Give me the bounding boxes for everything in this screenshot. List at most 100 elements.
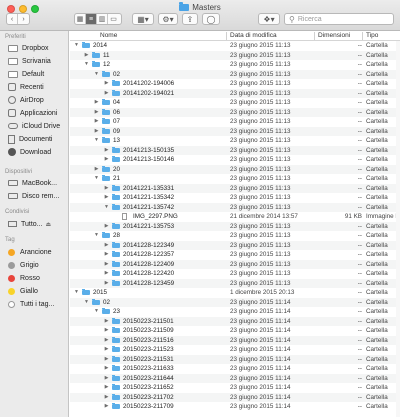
folder-row[interactable]: ▼ 02 23 giugno 2015 11:13 -- Cartella bbox=[70, 69, 400, 79]
sidebar-item-tutto[interactable]: Tutto... ⏏ bbox=[8, 219, 51, 229]
folder-row[interactable]: ▶ 20150223-211501 23 giugno 2015 11:14 -- Ca… bbox=[70, 316, 400, 326]
disclosure-collapsed-icon[interactable]: ▶ bbox=[93, 165, 100, 174]
folder-row[interactable]: ▼ 21 23 giugno 2015 11:13 -- Cartella bbox=[70, 174, 400, 183]
folder-row[interactable]: ▶ 20150223-211516 23 giugno 2015 11:14 -- Ca… bbox=[70, 335, 400, 345]
folder-row[interactable]: ▶ 20141221-135342 23 giugno 2015 11:13 -- Ca… bbox=[70, 193, 400, 202]
column-size[interactable]: Dimensioni bbox=[318, 32, 350, 39]
search-field[interactable]: ⚲ Ricerca bbox=[284, 13, 394, 25]
folder-row[interactable]: ▶ 20150223-211523 23 giugno 2015 11:14 -- Ca… bbox=[70, 345, 400, 354]
disclosure-collapsed-icon[interactable]: ▶ bbox=[93, 108, 100, 117]
sidebar-tag-all[interactable]: Tutti i tag... bbox=[8, 299, 54, 309]
sidebar-tag-giallo[interactable]: Giallo bbox=[8, 286, 38, 296]
column-divider[interactable] bbox=[362, 32, 363, 40]
disclosure-collapsed-icon[interactable]: ▶ bbox=[103, 184, 110, 193]
disclosure-expanded-icon[interactable]: ▼ bbox=[83, 298, 90, 307]
disclosure-expanded-icon[interactable]: ▼ bbox=[93, 174, 100, 183]
folder-row[interactable]: ▼ 2015 1 dicembre 2015 20:13 -- Cartella bbox=[70, 288, 400, 297]
disclosure-expanded-icon[interactable]: ▼ bbox=[73, 288, 80, 297]
column-divider[interactable] bbox=[226, 32, 227, 40]
disclosure-expanded-icon[interactable]: ▼ bbox=[103, 203, 110, 212]
disclosure-collapsed-icon[interactable]: ▶ bbox=[103, 355, 110, 364]
folder-row[interactable]: ▶ 20141213-150135 23 giugno 2015 11:13 -- Ca… bbox=[70, 145, 400, 155]
folder-row[interactable]: ▶ 20141221-135753 23 giugno 2015 11:13 -- Ca… bbox=[70, 221, 400, 231]
disclosure-collapsed-icon[interactable]: ▶ bbox=[103, 326, 110, 335]
disclosure-collapsed-icon[interactable]: ▶ bbox=[83, 51, 90, 60]
disclosure-expanded-icon[interactable]: ▼ bbox=[73, 41, 80, 50]
folder-row[interactable]: ▼ 2014 23 giugno 2015 11:13 -- Cartella bbox=[70, 41, 400, 50]
folder-row[interactable]: ▶ 07 23 giugno 2015 11:13 -- Cartella bbox=[70, 117, 400, 126]
disclosure-collapsed-icon[interactable]: ▶ bbox=[103, 269, 110, 278]
folder-row[interactable]: ▶ 20141221-135331 23 giugno 2015 11:13 -- Ca… bbox=[70, 183, 400, 193]
action-button[interactable]: ⚙▾ bbox=[158, 13, 178, 25]
folder-row[interactable]: ▶ 20141228-122409 23 giugno 2015 11:13 -- Ca… bbox=[70, 259, 400, 269]
folder-row[interactable]: ▶ 20141213-150146 23 giugno 2015 11:13 -- Ca… bbox=[70, 155, 400, 164]
sidebar-item-download[interactable]: Download bbox=[8, 147, 51, 157]
column-kind[interactable]: Tipo bbox=[366, 32, 378, 39]
disclosure-collapsed-icon[interactable]: ▶ bbox=[103, 193, 110, 202]
column-divider[interactable] bbox=[314, 32, 315, 40]
sidebar-item-icloud-drive[interactable]: iCloud Drive bbox=[8, 121, 60, 131]
sidebar-tag-grigio[interactable]: Grigio bbox=[8, 260, 39, 270]
folder-row[interactable]: ▶ 20141202-194006 23 giugno 2015 11:13 -- Ca… bbox=[70, 79, 400, 88]
folder-row[interactable]: ▶ 20141228-123459 23 giugno 2015 11:13 -- Ca… bbox=[70, 278, 400, 288]
folder-row[interactable]: ▶ 09 23 giugno 2015 11:13 -- Cartella bbox=[70, 126, 400, 136]
sidebar-item-applicazioni[interactable]: Applicazioni bbox=[8, 108, 57, 118]
disclosure-collapsed-icon[interactable]: ▶ bbox=[103, 345, 110, 354]
disclosure-collapsed-icon[interactable]: ▶ bbox=[93, 127, 100, 136]
disclosure-expanded-icon[interactable]: ▼ bbox=[93, 70, 100, 79]
folder-row[interactable]: ▶ 20141202-194021 23 giugno 2015 11:13 -- Ca… bbox=[70, 88, 400, 98]
eject-icon[interactable]: ⏏ bbox=[46, 221, 52, 228]
cover-flow-button[interactable]: ▭ bbox=[108, 14, 119, 24]
disclosure-collapsed-icon[interactable]: ▶ bbox=[103, 260, 110, 269]
folder-row[interactable]: ▼ 02 23 giugno 2015 11:14 -- Cartella bbox=[70, 297, 400, 307]
forward-button[interactable]: › bbox=[18, 14, 29, 24]
disclosure-collapsed-icon[interactable]: ▶ bbox=[103, 79, 110, 88]
tags-button[interactable]: ◯ bbox=[202, 13, 220, 25]
folder-row[interactable]: ▼ 28 23 giugno 2015 11:13 -- Cartella bbox=[70, 231, 400, 240]
sidebar-item-macbook[interactable]: MacBook... bbox=[8, 178, 57, 188]
disclosure-collapsed-icon[interactable]: ▶ bbox=[93, 98, 100, 107]
vertical-scrollbar[interactable] bbox=[396, 41, 400, 417]
folder-row[interactable]: ▶ 20150223-211702 23 giugno 2015 11:14 -- Ca… bbox=[70, 392, 400, 402]
sidebar-item-dropbox[interactable]: Dropbox bbox=[8, 43, 48, 53]
arrange-button[interactable]: ▦▾ bbox=[132, 13, 154, 25]
disclosure-collapsed-icon[interactable]: ▶ bbox=[103, 241, 110, 250]
folder-row[interactable]: ▼ 20141221-135742 23 giugno 2015 11:13 -- Ca… bbox=[70, 202, 400, 212]
sidebar-item-documenti[interactable]: Documenti bbox=[8, 134, 52, 144]
disclosure-collapsed-icon[interactable]: ▶ bbox=[93, 117, 100, 126]
folder-row[interactable]: ▼ 12 23 giugno 2015 11:13 -- Cartella bbox=[70, 60, 400, 69]
folder-row[interactable]: ▶ 20141228-122349 23 giugno 2015 11:13 -- Ca… bbox=[70, 240, 400, 250]
folder-row[interactable]: ▶ 06 23 giugno 2015 11:13 -- Cartella bbox=[70, 107, 400, 117]
folder-row[interactable]: ▼ 13 23 giugno 2015 11:13 -- Cartella bbox=[70, 136, 400, 145]
sidebar-tag-rosso[interactable]: Rosso bbox=[8, 273, 40, 283]
folder-row[interactable]: ▶ 20150223-211509 23 giugno 2015 11:14 -- Ca… bbox=[70, 326, 400, 335]
sidebar-item-scrivania[interactable]: Scrivania bbox=[8, 56, 51, 66]
disclosure-collapsed-icon[interactable]: ▶ bbox=[103, 393, 110, 402]
disclosure-expanded-icon[interactable]: ▼ bbox=[93, 136, 100, 145]
sidebar-item-airdrop[interactable]: AirDrop bbox=[8, 95, 44, 105]
folder-row[interactable]: ▶ 11 23 giugno 2015 11:13 -- Cartella bbox=[70, 50, 400, 60]
disclosure-collapsed-icon[interactable]: ▶ bbox=[103, 317, 110, 326]
column-name[interactable]: Nome bbox=[100, 32, 117, 39]
sidebar-item-recenti[interactable]: Recenti bbox=[8, 82, 44, 92]
disclosure-expanded-icon[interactable]: ▼ bbox=[93, 307, 100, 316]
disclosure-expanded-icon[interactable]: ▼ bbox=[83, 60, 90, 69]
icon-view-button[interactable]: ▦ bbox=[75, 14, 86, 24]
folder-row[interactable]: ▶ 20150223-211709 23 giugno 2015 11:14 -- Ca… bbox=[70, 402, 400, 411]
disclosure-collapsed-icon[interactable]: ▶ bbox=[103, 222, 110, 231]
column-view-button[interactable]: ▥ bbox=[97, 14, 108, 24]
disclosure-collapsed-icon[interactable]: ▶ bbox=[103, 146, 110, 155]
disclosure-expanded-icon[interactable]: ▼ bbox=[93, 231, 100, 240]
share-button[interactable]: ⇪ bbox=[182, 13, 198, 25]
disclosure-collapsed-icon[interactable]: ▶ bbox=[103, 279, 110, 288]
folder-row[interactable]: ▶ 20150223-211644 23 giugno 2015 11:14 -- Ca… bbox=[70, 373, 400, 383]
sidebar-item-disco-remoto[interactable]: Disco rem... bbox=[8, 191, 59, 201]
folder-row[interactable]: ▶ 20150223-211531 23 giugno 2015 11:14 -- Ca… bbox=[70, 354, 400, 364]
disclosure-collapsed-icon[interactable]: ▶ bbox=[103, 402, 110, 411]
disclosure-collapsed-icon[interactable]: ▶ bbox=[103, 155, 110, 164]
folder-row[interactable]: ▶ 20150223-211633 23 giugno 2015 11:14 -- Ca… bbox=[70, 364, 400, 373]
disclosure-collapsed-icon[interactable]: ▶ bbox=[103, 89, 110, 98]
disclosure-collapsed-icon[interactable]: ▶ bbox=[103, 383, 110, 392]
disclosure-collapsed-icon[interactable]: ▶ bbox=[103, 374, 110, 383]
folder-row[interactable]: ▶ 20141228-122420 23 giugno 2015 11:13 -- Ca… bbox=[70, 269, 400, 278]
